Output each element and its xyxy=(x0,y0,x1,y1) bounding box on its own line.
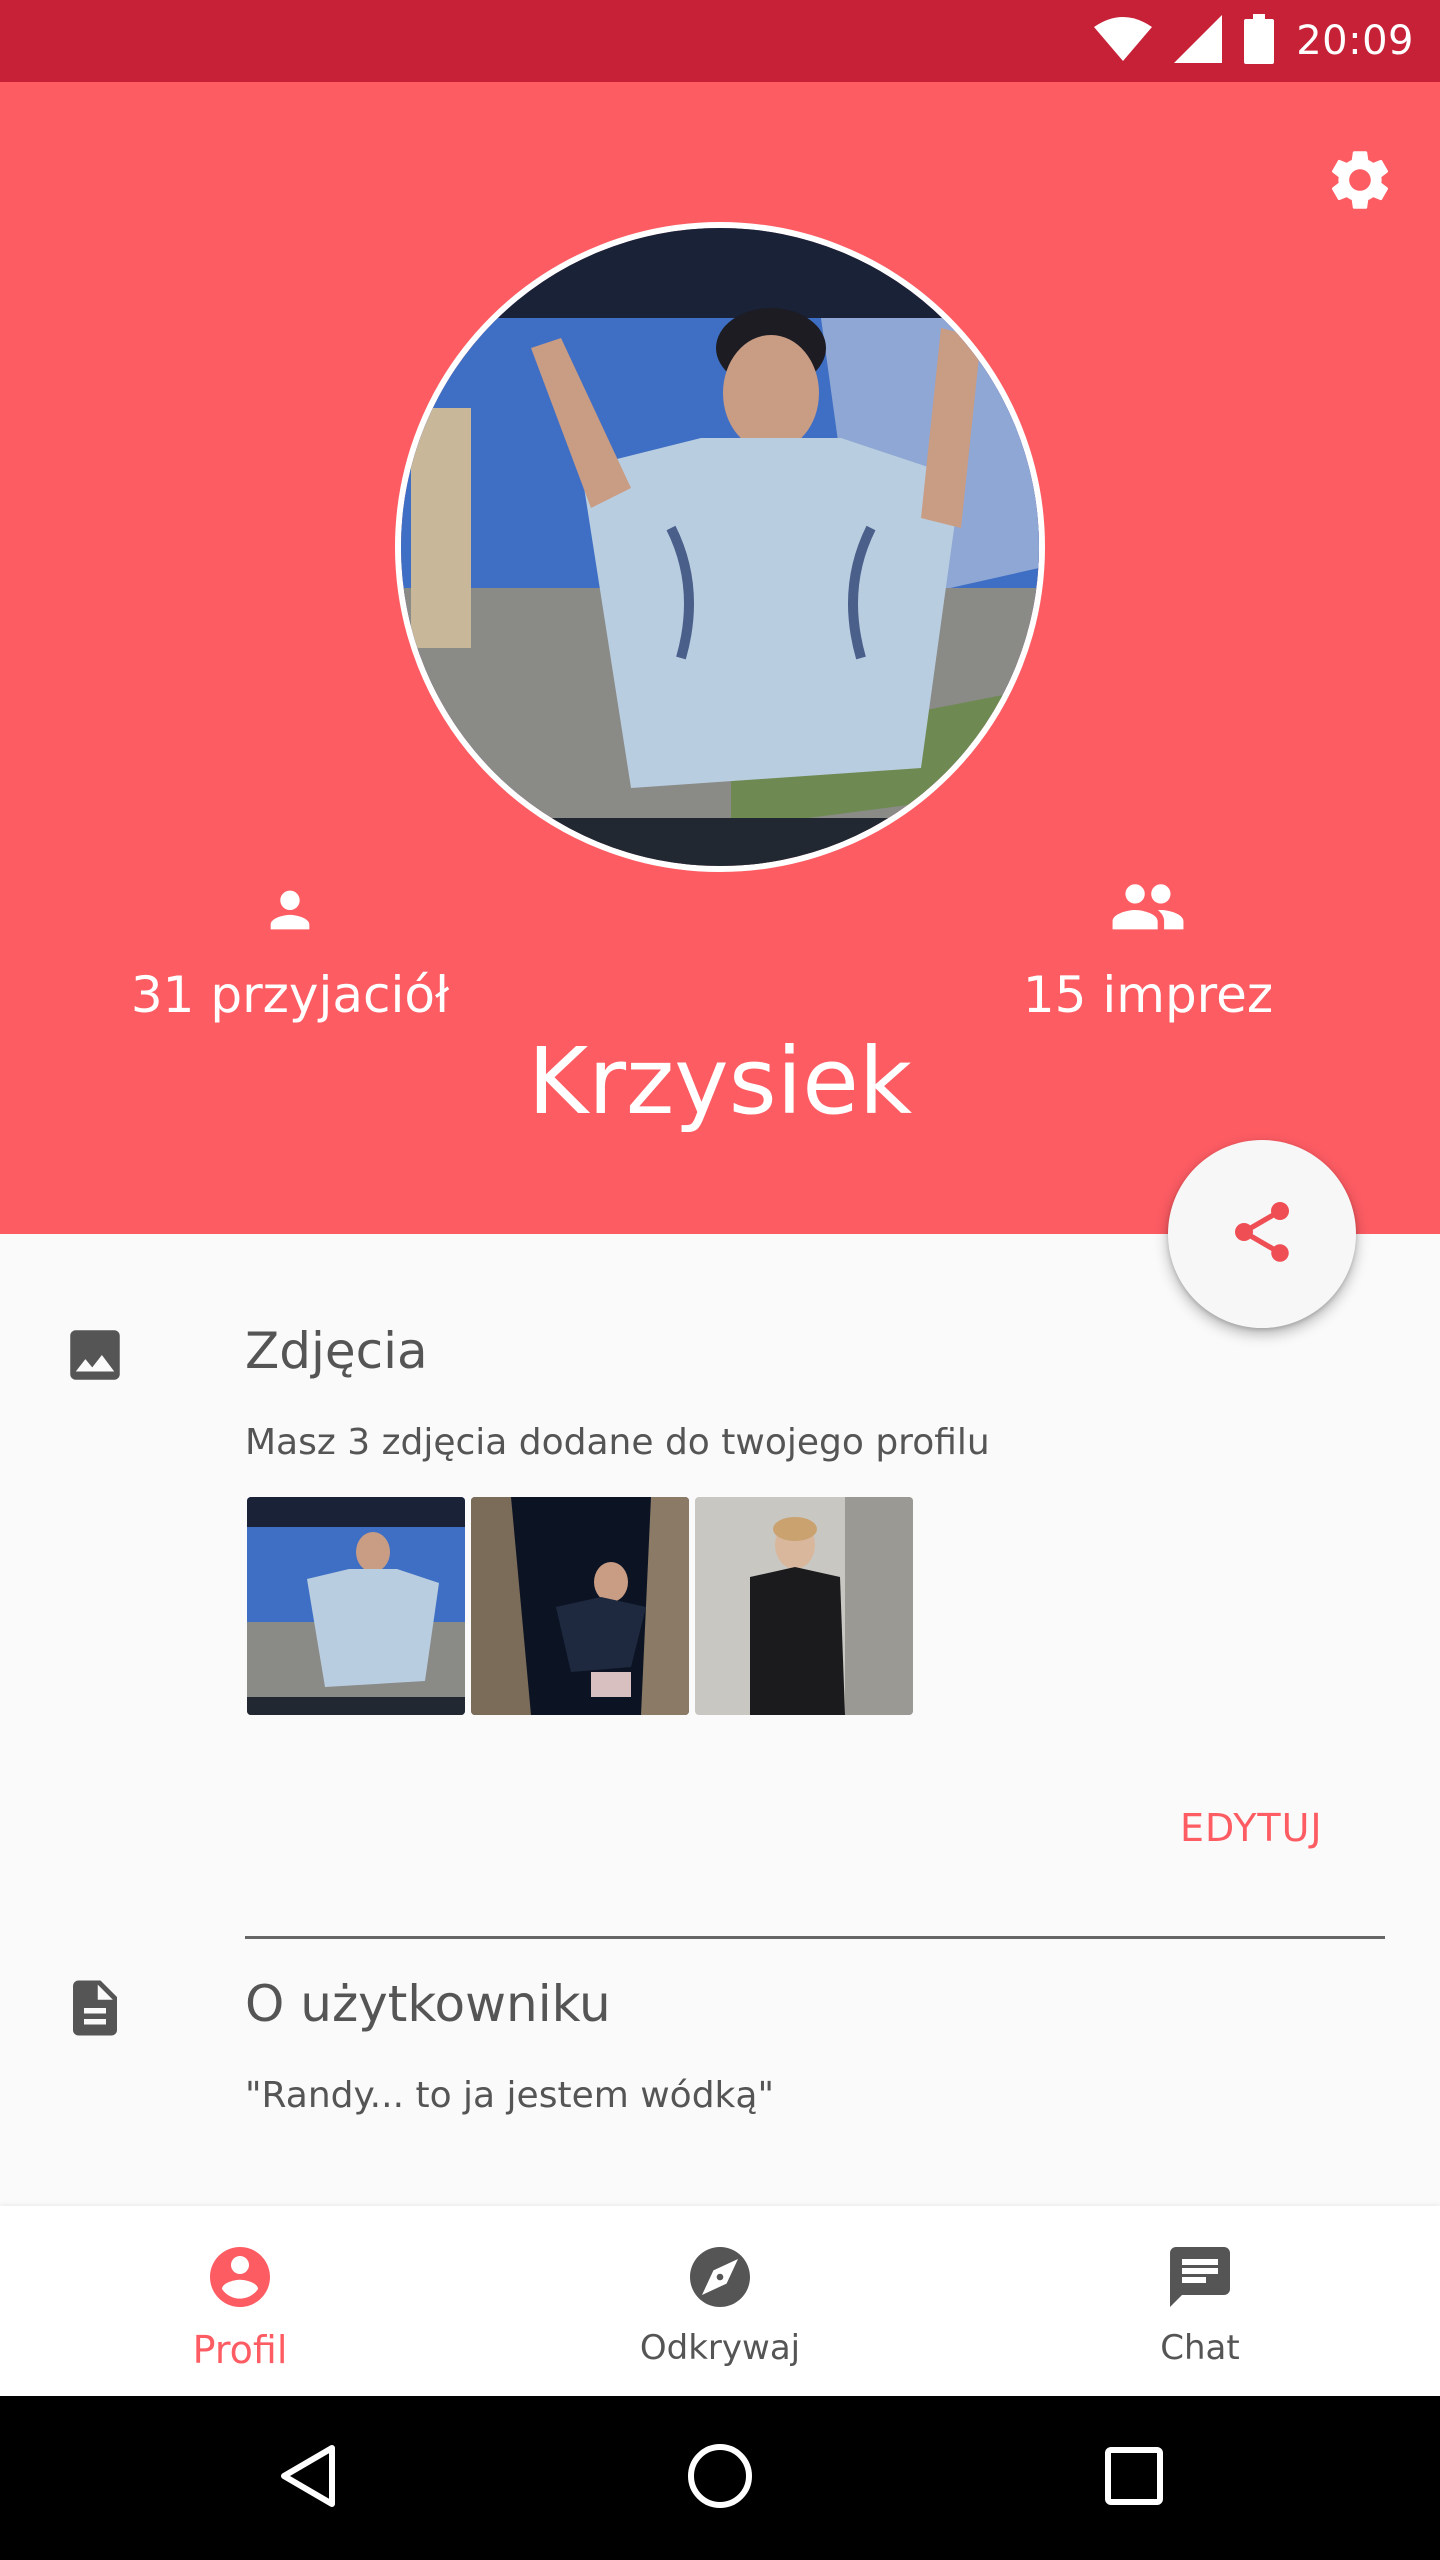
profile-screen: 20:09 31 przyjaciół 15 imprez Krzysiek Z… xyxy=(0,0,1440,2560)
home-icon xyxy=(686,2442,754,2514)
profile-avatar[interactable] xyxy=(395,222,1045,872)
recents-button[interactable] xyxy=(1084,2428,1184,2528)
wifi-icon xyxy=(1094,17,1153,65)
edit-photos-button[interactable]: EDYTUJ xyxy=(1180,1806,1323,1850)
nav-profile[interactable]: Profil xyxy=(0,2206,480,2396)
signal-icon xyxy=(1174,15,1223,67)
nav-discover[interactable]: Odkrywaj xyxy=(480,2206,960,2396)
home-button[interactable] xyxy=(670,2428,770,2528)
system-navigation-bar xyxy=(0,2396,1440,2560)
person-icon xyxy=(261,881,319,943)
image-icon xyxy=(62,1322,128,1388)
parties-count: 15 imprez xyxy=(1022,966,1274,1024)
nav-chat[interactable]: Chat xyxy=(960,2206,1440,2396)
bottom-navigation: Profil Odkrywaj Chat xyxy=(0,2206,1440,2396)
section-divider xyxy=(245,1936,1385,1939)
account-circle-icon xyxy=(204,2241,276,2317)
back-icon xyxy=(276,2444,340,2512)
recents-icon xyxy=(1104,2446,1164,2510)
back-button[interactable] xyxy=(258,2428,358,2528)
status-icons: 20:09 xyxy=(1094,0,1414,82)
about-text: "Randy... to ja jestem wódką" xyxy=(245,2075,775,2116)
settings-button[interactable] xyxy=(1310,132,1410,232)
gear-icon xyxy=(1324,144,1396,220)
battery-icon xyxy=(1244,14,1275,68)
about-title: O użytkowniku xyxy=(245,1975,611,2033)
nav-profile-label: Profil xyxy=(192,2328,288,2372)
status-bar: 20:09 xyxy=(0,0,1440,82)
people-icon xyxy=(1109,881,1187,943)
nav-chat-label: Chat xyxy=(1160,2328,1240,2368)
photo-thumbnail[interactable] xyxy=(247,1497,465,1715)
photo-thumbnail[interactable] xyxy=(695,1497,913,1715)
share-icon xyxy=(1226,1196,1298,1272)
document-icon xyxy=(62,1975,128,2041)
profile-header: 31 przyjaciół 15 imprez Krzysiek xyxy=(0,82,1440,1234)
photo-thumbnails xyxy=(247,1497,913,1715)
photo-thumbnail[interactable] xyxy=(471,1497,689,1715)
friends-stat[interactable]: 31 przyjaciół xyxy=(60,872,520,1024)
photos-title: Zdjęcia xyxy=(245,1322,428,1380)
friends-count: 31 przyjaciół xyxy=(130,966,450,1024)
compass-icon xyxy=(684,2241,756,2317)
parties-stat[interactable]: 15 imprez xyxy=(918,872,1378,1024)
status-time: 20:09 xyxy=(1296,18,1414,64)
nav-discover-label: Odkrywaj xyxy=(639,2328,801,2368)
profile-username: Krzysiek xyxy=(527,1028,913,1135)
photos-description: Masz 3 zdjęcia dodane do twojego profilu xyxy=(245,1422,990,1463)
share-button[interactable] xyxy=(1168,1140,1356,1328)
chat-icon xyxy=(1164,2241,1236,2317)
